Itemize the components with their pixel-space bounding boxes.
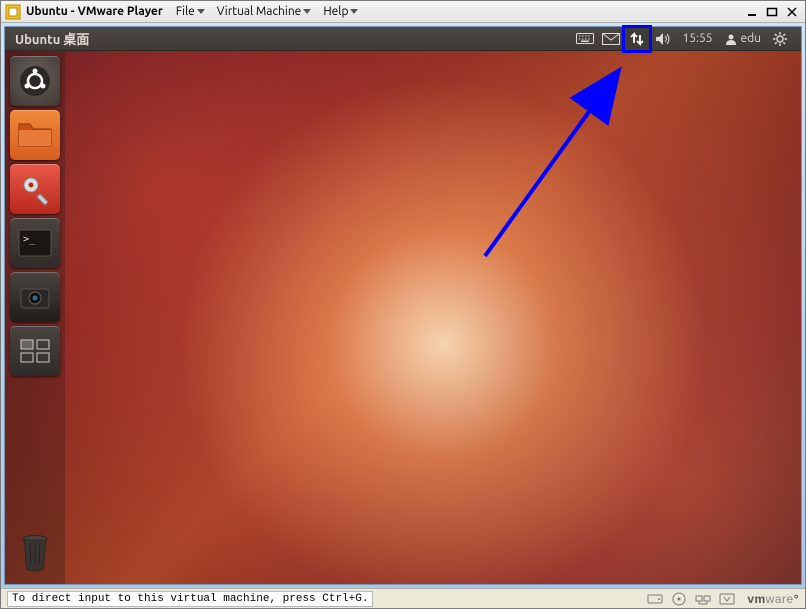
workspace-icon bbox=[19, 338, 51, 364]
vmware-status-bar: To direct input to this virtual machine,… bbox=[1, 588, 805, 608]
status-text: To direct input to this virtual machine,… bbox=[7, 591, 373, 607]
status-net-icon[interactable] bbox=[693, 591, 713, 607]
sound-indicator[interactable] bbox=[650, 27, 676, 51]
maximize-button[interactable] bbox=[763, 5, 781, 19]
panel-title: Ubuntu 桌面 bbox=[15, 29, 89, 48]
ubuntu-logo-icon bbox=[18, 64, 52, 98]
files-tile[interactable] bbox=[10, 110, 60, 160]
trash-tile[interactable] bbox=[11, 528, 59, 576]
workspace-switcher-tile[interactable] bbox=[10, 326, 60, 376]
wallpaper bbox=[5, 51, 801, 584]
keyboard-indicator[interactable] bbox=[572, 27, 598, 51]
vmware-menu: File Virtual Machine Help bbox=[173, 5, 362, 18]
minimize-button[interactable] bbox=[743, 5, 761, 19]
camera-tile[interactable] bbox=[10, 272, 60, 322]
vmware-app-icon bbox=[5, 4, 21, 20]
wrench-gear-icon bbox=[18, 172, 52, 206]
user-label: edu bbox=[741, 32, 762, 45]
ubuntu-top-panel: Ubuntu 桌面 15:55 edu bbox=[5, 27, 801, 51]
ubuntu-vm[interactable]: Ubuntu 桌面 15:55 edu bbox=[4, 26, 802, 585]
terminal-icon: >_ bbox=[17, 228, 53, 258]
status-hdd-icon[interactable] bbox=[645, 591, 665, 607]
clock-indicator[interactable]: 15:55 bbox=[676, 32, 718, 45]
vmware-content: Ubuntu 桌面 15:55 edu bbox=[1, 23, 805, 588]
ubuntu-desktop[interactable]: >_ bbox=[5, 51, 801, 584]
menu-virtual-machine[interactable]: Virtual Machine bbox=[214, 5, 315, 18]
vmware-titlebar: Ubuntu - VMware Player File Virtual Mach… bbox=[1, 1, 805, 23]
folder-icon bbox=[17, 120, 53, 150]
camera-icon bbox=[18, 283, 52, 311]
dash-home-tile[interactable] bbox=[10, 56, 60, 106]
mail-indicator[interactable] bbox=[598, 27, 624, 51]
user-icon bbox=[725, 33, 737, 45]
menu-help[interactable]: Help bbox=[320, 5, 361, 18]
status-input-icon[interactable] bbox=[717, 591, 737, 607]
unity-launcher: >_ bbox=[5, 51, 65, 584]
vmware-player-window: Ubuntu - VMware Player File Virtual Mach… bbox=[0, 0, 806, 609]
trash-icon bbox=[17, 531, 53, 573]
terminal-tile[interactable]: >_ bbox=[10, 218, 60, 268]
network-indicator[interactable] bbox=[624, 27, 650, 51]
svg-text:>_: >_ bbox=[23, 234, 36, 245]
menu-file[interactable]: File bbox=[173, 5, 208, 18]
system-settings-tile[interactable] bbox=[10, 164, 60, 214]
status-cd-icon[interactable] bbox=[669, 591, 689, 607]
close-button[interactable] bbox=[783, 5, 801, 19]
user-indicator[interactable]: edu bbox=[719, 32, 768, 45]
vmware-logo: vmware° bbox=[747, 592, 799, 606]
system-indicator[interactable] bbox=[767, 27, 793, 51]
vmware-title: Ubuntu - VMware Player bbox=[26, 5, 163, 18]
